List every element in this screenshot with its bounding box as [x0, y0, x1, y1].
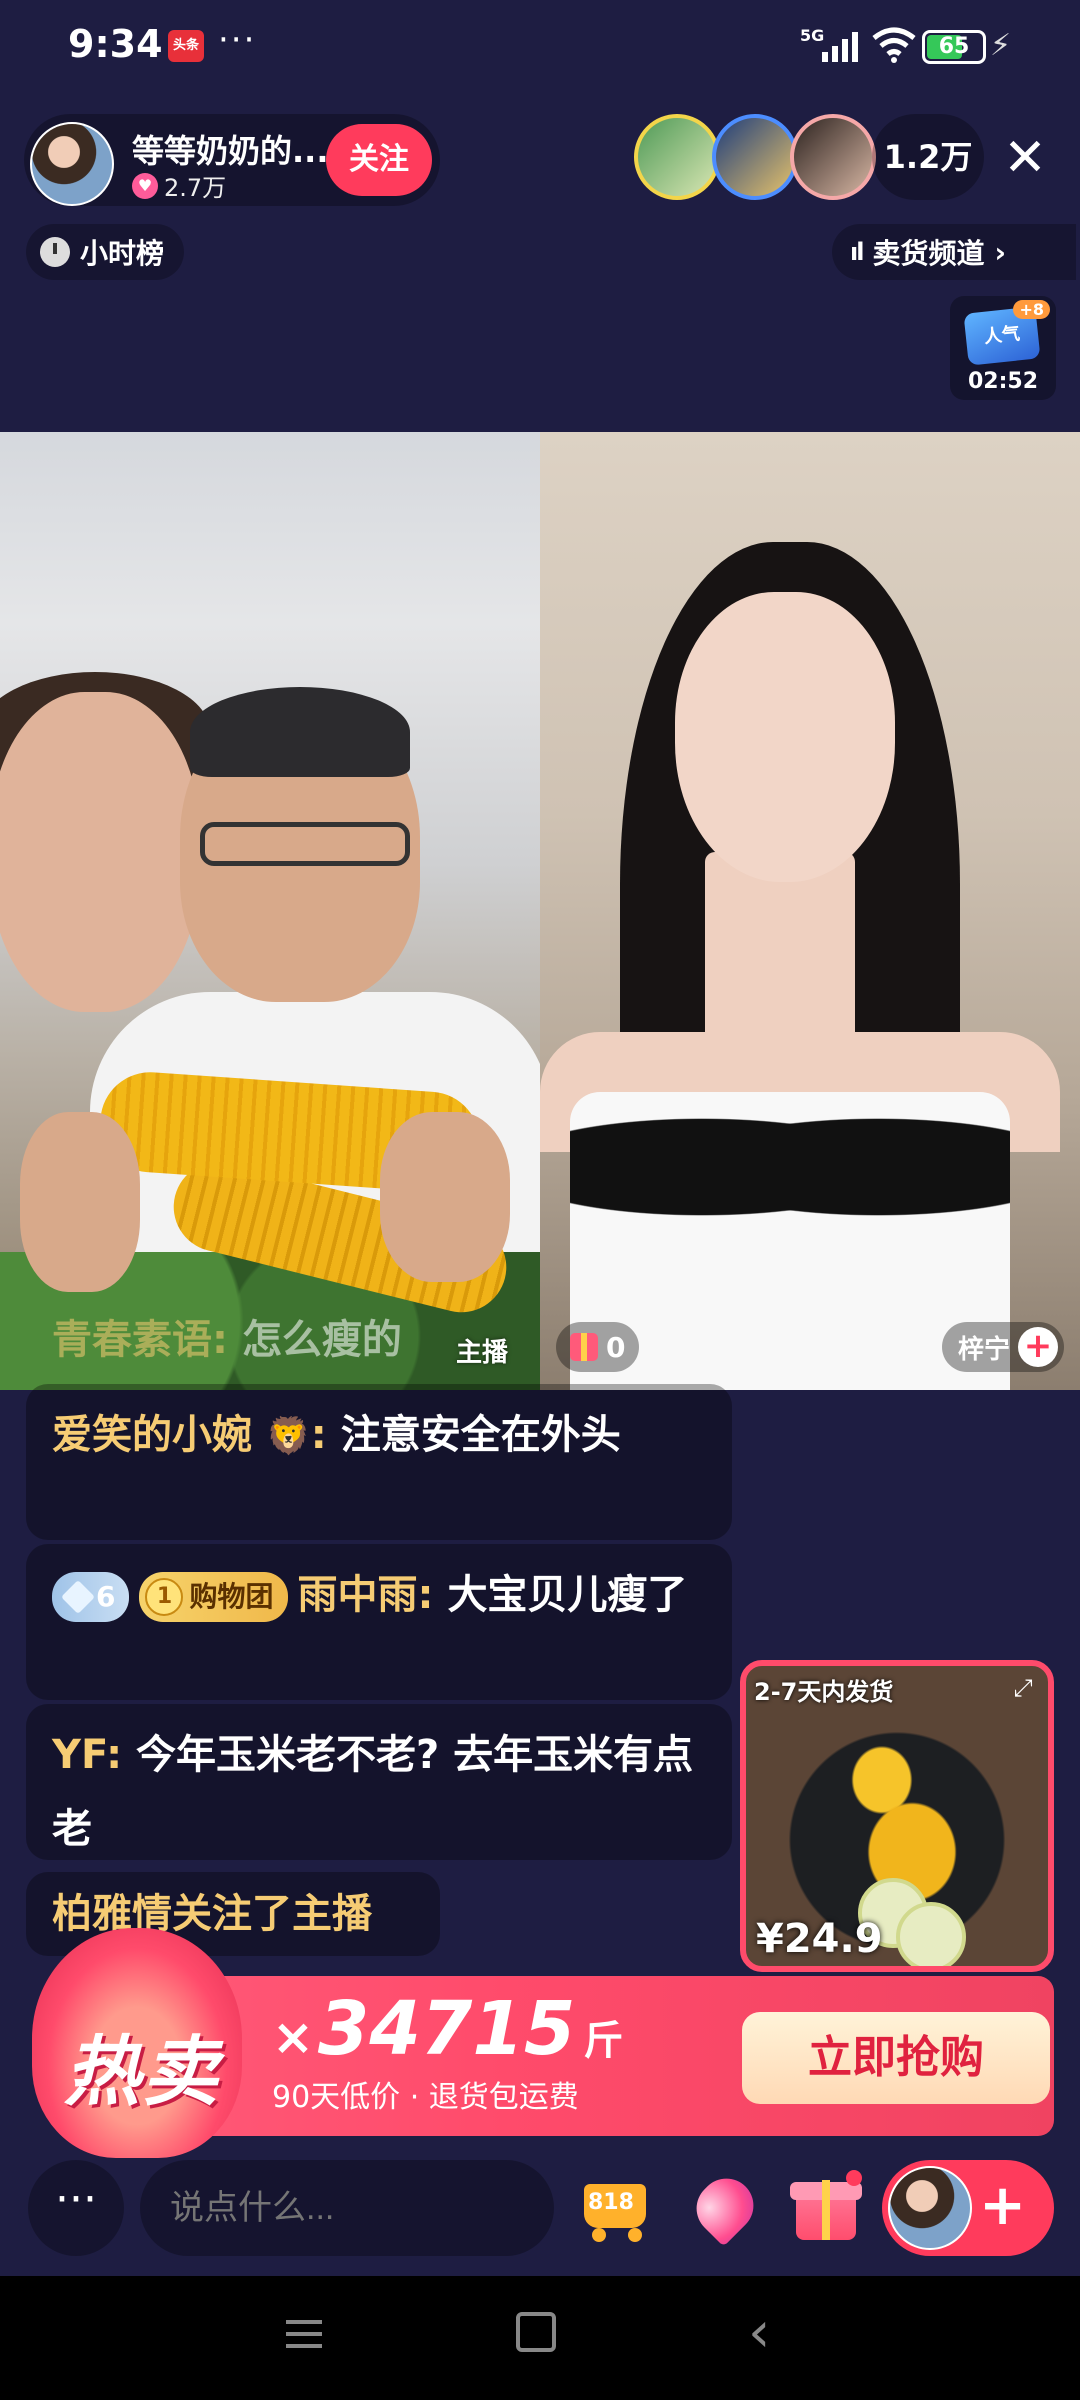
- guest-follow-pill[interactable]: 梓宁 +: [942, 1322, 1065, 1372]
- signal-icon: [822, 32, 858, 62]
- gift-button[interactable]: [778, 2160, 874, 2256]
- clock-icon: [40, 237, 70, 267]
- comment-separator: :: [417, 1572, 434, 1618]
- cart-promo-label: 818: [588, 2190, 634, 2215]
- gift-icon: [570, 1333, 598, 1361]
- plus-icon: +: [979, 2173, 1026, 2238]
- lemon-slice: [896, 1902, 966, 1966]
- battery-percent: 65: [938, 34, 970, 59]
- shopping-group-badge: 1 购物团: [139, 1572, 288, 1622]
- group-label: 购物团: [189, 1580, 274, 1613]
- cart-wheel: [628, 2228, 642, 2242]
- status-time: 9:34: [68, 22, 163, 66]
- guest-gift-counter[interactable]: 0: [556, 1322, 640, 1372]
- host-tag: 主播: [456, 1338, 509, 1368]
- hot-sale-subtitle: 90天低价 · 退货包运费: [272, 2080, 579, 2115]
- recent-apps-icon[interactable]: [280, 2312, 330, 2362]
- host-name[interactable]: 等等奶奶的...: [132, 126, 328, 172]
- sold-count: ×34715 斤: [272, 1986, 623, 2072]
- guest-video[interactable]: [540, 432, 1080, 1390]
- comment-text: 注意安全在外头: [340, 1412, 621, 1458]
- battery-icon: 65: [922, 30, 986, 64]
- comment-text: 大宝贝儿瘦了: [447, 1572, 688, 1618]
- close-icon[interactable]: ✕: [994, 118, 1056, 198]
- shipping-time: 2-7天内发货: [754, 1678, 894, 1706]
- multiply-sign: ×: [272, 2008, 314, 2066]
- home-icon[interactable]: [516, 2312, 556, 2352]
- gift-count: 0: [606, 1330, 626, 1364]
- host-avatar[interactable]: [30, 122, 114, 206]
- comment-text: 今年玉米老不老? 去年玉米有点老: [52, 1732, 694, 1852]
- top-viewer-avatar[interactable]: [634, 114, 720, 200]
- sold-count-unit: 斤: [583, 2018, 624, 2064]
- hour-rank-label: 小时榜: [80, 237, 165, 270]
- comment: 6 1 购物团 雨中雨: 大宝贝儿瘦了: [26, 1544, 732, 1700]
- bow: [570, 1092, 1010, 1242]
- comment-text: 关注了主播: [172, 1891, 372, 1937]
- comment-user[interactable]: YF: [52, 1732, 106, 1778]
- host-video[interactable]: [0, 432, 540, 1390]
- hot-sale-title: 热卖: [64, 2027, 220, 2116]
- wifi-icon: [872, 27, 916, 63]
- popularity-plus: +8: [1013, 300, 1050, 319]
- popularity-timer: 02:52: [967, 369, 1039, 394]
- buy-now-button[interactable]: 立即抢购: [742, 2012, 1050, 2104]
- host-likes-count: 2.7万: [164, 174, 227, 202]
- video-person: [705, 852, 855, 1052]
- video-person: [675, 592, 895, 882]
- comment-user[interactable]: 青春素语: [52, 1317, 212, 1363]
- video-person: [0, 692, 200, 1012]
- top-viewer-avatar[interactable]: [712, 114, 798, 200]
- lion-badge-icon: 🦁: [265, 1416, 311, 1457]
- chevron-right-icon: ›: [994, 235, 1007, 269]
- hour-rank-button[interactable]: 小时榜: [26, 224, 185, 280]
- comment-separator: :: [106, 1732, 123, 1778]
- join-mic-button[interactable]: +: [882, 2160, 1054, 2256]
- charging-icon: ⚡: [990, 28, 1012, 63]
- sold-count-number: 34715: [317, 1986, 576, 2072]
- heart-icon: [685, 2167, 765, 2247]
- comment: YF: 今年玉米老不老? 去年玉米有点老: [26, 1704, 732, 1860]
- back-icon[interactable]: ‹: [748, 2300, 770, 2365]
- hand: [20, 1112, 140, 1292]
- follow-button[interactable]: 关注: [326, 124, 432, 196]
- sell-channel-button[interactable]: ıl 卖货频道 ›: [832, 224, 1076, 280]
- group-level: 1: [145, 1578, 184, 1616]
- like-button[interactable]: [676, 2160, 772, 2256]
- viewer-count[interactable]: 1.2万: [872, 114, 984, 200]
- glasses: [200, 822, 410, 866]
- more-button[interactable]: ···: [28, 2160, 124, 2256]
- cart-wheel: [592, 2228, 606, 2242]
- top-viewer-avatar[interactable]: [790, 114, 876, 200]
- popularity-badge[interactable]: 人气 +8 02:52: [950, 296, 1056, 400]
- diamond-icon: [61, 1580, 95, 1614]
- comment: 爱笑的小婉 🦁: 注意安全在外头: [26, 1384, 732, 1540]
- notification-dot: [846, 2170, 862, 2186]
- more-notifications-icon: ···: [218, 20, 257, 60]
- heart-icon: ♥: [132, 172, 158, 199]
- plus-icon[interactable]: +: [1018, 1327, 1059, 1367]
- video-person: [190, 687, 410, 777]
- host-likes: ♥ 2.7万: [132, 168, 226, 203]
- product-price: ¥24.9: [756, 1916, 883, 1962]
- comment-separator: :: [212, 1317, 228, 1363]
- fan-level: 6: [96, 1580, 116, 1613]
- fan-level-badge: 6: [52, 1572, 130, 1622]
- hand: [380, 1112, 510, 1282]
- comment-user[interactable]: 爱笑的小婉: [52, 1412, 252, 1458]
- sell-channel-label: 卖货频道: [872, 237, 985, 270]
- comment-separator: :: [310, 1412, 327, 1458]
- expand-icon[interactable]: ⤢: [1008, 1674, 1038, 1704]
- bar-chart-icon: ıl: [850, 238, 865, 266]
- product-card[interactable]: 2-7天内发货 ⤢ ¥24.9: [740, 1660, 1054, 1972]
- user-avatar: [888, 2166, 972, 2250]
- gift-ribbon: [822, 2180, 830, 2240]
- comment-user[interactable]: 雨中雨: [298, 1572, 418, 1618]
- shopping-cart-button[interactable]: 818: [572, 2160, 668, 2256]
- comment-input[interactable]: [140, 2160, 554, 2256]
- comment-text: 怎么瘦的: [241, 1317, 402, 1363]
- news-app-icon: 头条: [168, 30, 204, 62]
- guest-name: 梓宁: [958, 1334, 1011, 1365]
